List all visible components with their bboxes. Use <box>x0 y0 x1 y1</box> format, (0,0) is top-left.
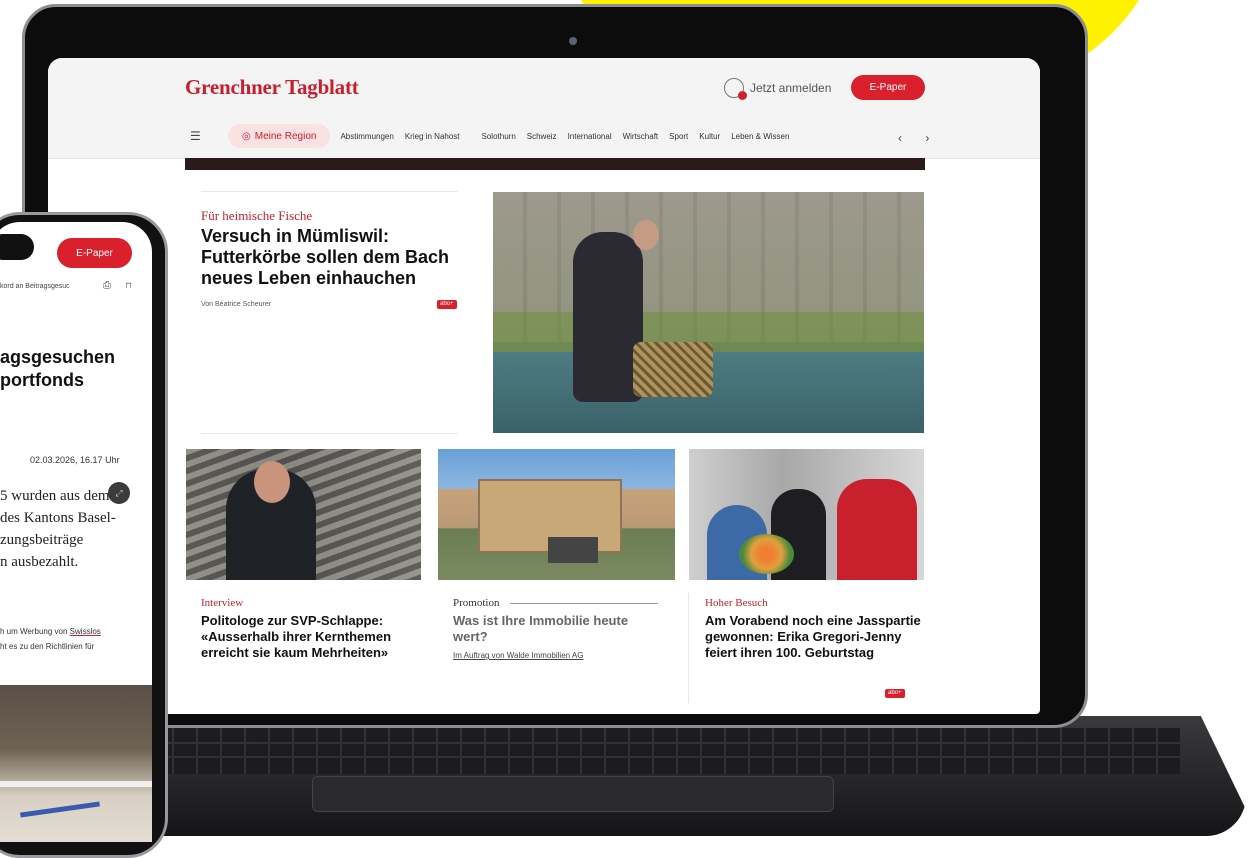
laptop-screen: Grenchner Tagblatt Jetzt anmelden E-Pape… <box>48 58 1040 714</box>
divider <box>201 433 458 434</box>
abo-badge: abo+ <box>437 300 457 309</box>
phone-lead-line: des Kantons Basel- <box>0 510 116 526</box>
share-bookmark-icon[interactable]: ⎙ ⊓ <box>103 280 137 291</box>
swisslos-link[interactable]: Swisslos <box>70 627 101 636</box>
card-title[interactable]: Politologe zur SVP-Schlappe: «Ausserhalb… <box>201 613 421 661</box>
site-header: Grenchner Tagblatt Jetzt anmelden E-Pape… <box>48 58 1040 159</box>
divider <box>201 191 458 192</box>
site-logo[interactable]: Grenchner Tagblatt <box>185 75 359 100</box>
abo-badge: abo+ <box>885 689 905 698</box>
nav-item-solothurn[interactable]: Solothurn <box>482 132 516 141</box>
phone-note: h um Werbung von Swisslos ht es zu den R… <box>0 624 150 654</box>
phone-headline-line: portfonds <box>0 370 84 390</box>
epaper-button[interactable]: E-Paper <box>851 75 925 100</box>
laptop-trackpad <box>312 776 834 812</box>
card-kicker: Hoher Besuch <box>705 597 768 609</box>
card-image-promotion[interactable] <box>438 449 675 580</box>
login-label: Jetzt anmelden <box>750 81 832 95</box>
phone-date: 02.03.2026, 16.17 Uhr <box>30 455 120 465</box>
phone-breadcrumb: kord an Beitragsgesuc <box>0 283 70 290</box>
card-image-hoher-besuch[interactable] <box>689 449 924 580</box>
nav-item-wirtschaft[interactable]: Wirtschaft <box>623 132 659 141</box>
card-kicker: Interview <box>201 597 244 609</box>
banner-strip <box>185 158 925 170</box>
lead-image[interactable] <box>493 192 924 433</box>
image-basket <box>633 342 713 397</box>
image-flowers <box>739 534 794 574</box>
nav-item-sport[interactable]: Sport <box>669 132 688 141</box>
expand-icon[interactable]: ⤢ <box>108 482 130 504</box>
phone-topbar: E-Paper <box>0 230 152 268</box>
image-fence <box>0 781 152 787</box>
phone-lead-line: n ausbezahlt. <box>0 554 79 570</box>
lead-author: Von Béatrice Scheurer <box>201 301 272 308</box>
sponsor-link[interactable]: Im Auftrag von Walde Immobilien AG <box>453 651 583 660</box>
phone-lead: 5 wurden aus dem des Kantons Basel- zung… <box>0 485 152 573</box>
divider <box>510 603 658 604</box>
menu-search-icon[interactable]: ☰ <box>190 129 206 143</box>
phone-lead-line: zungsbeiträge <box>0 532 84 548</box>
image-jump-bar <box>20 801 100 818</box>
region-button[interactable]: ◎ Meine Region <box>228 124 331 148</box>
nav-item-international[interactable]: International <box>568 132 612 141</box>
login-link[interactable]: Jetzt anmelden <box>724 78 832 100</box>
dynamic-island <box>0 234 34 260</box>
lead-title[interactable]: Versuch in Mümliswil: Futterkörbe sollen… <box>201 226 471 289</box>
card-title[interactable]: Was ist Ihre Immobilie heute wert? <box>453 613 653 645</box>
camera-icon <box>569 37 577 45</box>
phone-headline: agsgesuchen portfonds <box>0 346 152 392</box>
card-kicker: Promotion <box>453 597 500 609</box>
card-image-interview[interactable] <box>186 449 421 580</box>
phone-note-text: h um Werbung von <box>0 627 70 636</box>
nav-scroll-arrows-icon[interactable]: ‹ › <box>898 131 939 145</box>
user-icon <box>724 78 747 100</box>
nav-item-schweiz[interactable]: Schweiz <box>527 132 557 141</box>
image-head <box>633 220 659 250</box>
nav-item-leben-wissen[interactable]: Leben & Wissen <box>731 132 789 141</box>
phone-epaper-button[interactable]: E-Paper <box>57 238 132 268</box>
phone-note-text: ht es zu den Richtlinien für <box>0 642 95 651</box>
region-label: Meine Region <box>254 130 317 142</box>
nav-item-kultur[interactable]: Kultur <box>699 132 720 141</box>
location-pin-icon: ◎ <box>242 130 251 142</box>
nav-item-abstimmungen[interactable]: Abstimmungen <box>340 132 393 141</box>
nav-item-krieg-in-nahost[interactable]: Krieg in Nahost <box>405 132 460 141</box>
laptop-keyboard <box>150 728 1180 774</box>
card-title[interactable]: Am Vorabend noch eine Jasspartie gewonne… <box>705 613 925 661</box>
main-navigation: ☰ ◎ Meine Region Abstimmungen Krieg in N… <box>190 124 930 148</box>
divider <box>688 593 689 703</box>
lead-kicker: Für heimische Fische <box>201 208 313 223</box>
image-garage <box>548 537 598 563</box>
image-person <box>837 479 917 580</box>
phone-headline-line: agsgesuchen <box>0 347 116 367</box>
image-head <box>254 461 290 503</box>
phone-article-image[interactable] <box>0 685 152 842</box>
phone-screen: E-Paper kord an Beitragsgesuc ⎙ ⊓ agsges… <box>0 222 152 842</box>
